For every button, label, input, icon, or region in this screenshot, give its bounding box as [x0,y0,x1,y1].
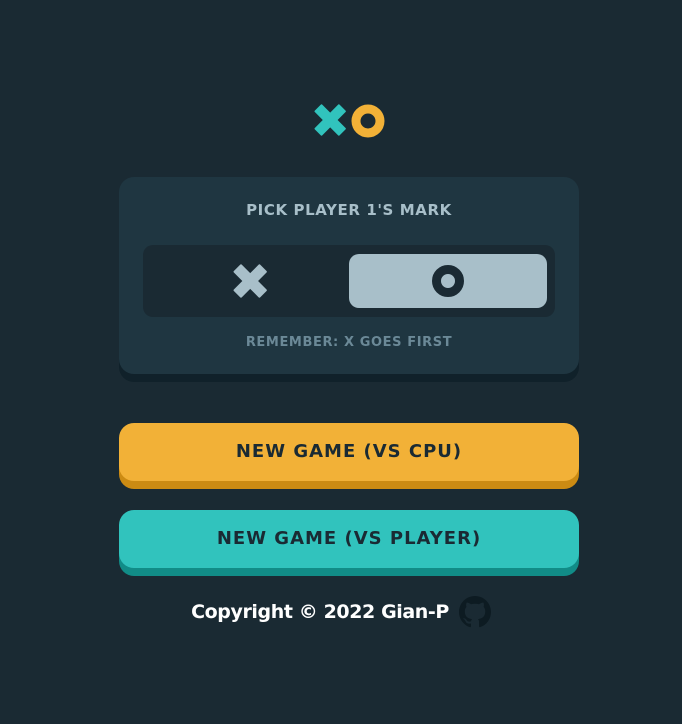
new-game-vs-cpu-button[interactable]: NEW GAME (VS CPU) [119,423,579,481]
mark-option-x[interactable] [151,254,349,308]
new-game-vs-player-button[interactable]: NEW GAME (VS PLAYER) [119,510,579,568]
x-mark-icon [314,104,346,136]
mark-picker-title: PICK PLAYER 1'S MARK [246,201,452,219]
x-mark-icon [233,264,267,298]
mark-picker-panel: PICK PLAYER 1'S MARK REMEMBER: X GOES FI… [119,177,579,374]
github-icon[interactable] [458,596,491,628]
mark-picker-hint: REMEMBER: X GOES FIRST [245,335,453,350]
o-mark-icon [351,104,385,138]
footer: Copyright © 2022 Gian-P [0,596,682,628]
app-logo [314,104,386,138]
mark-option-o[interactable] [349,254,547,308]
o-mark-icon [432,265,464,297]
copyright-text: Copyright © 2022 Gian-P [191,601,449,623]
mark-toggle[interactable] [143,245,555,317]
